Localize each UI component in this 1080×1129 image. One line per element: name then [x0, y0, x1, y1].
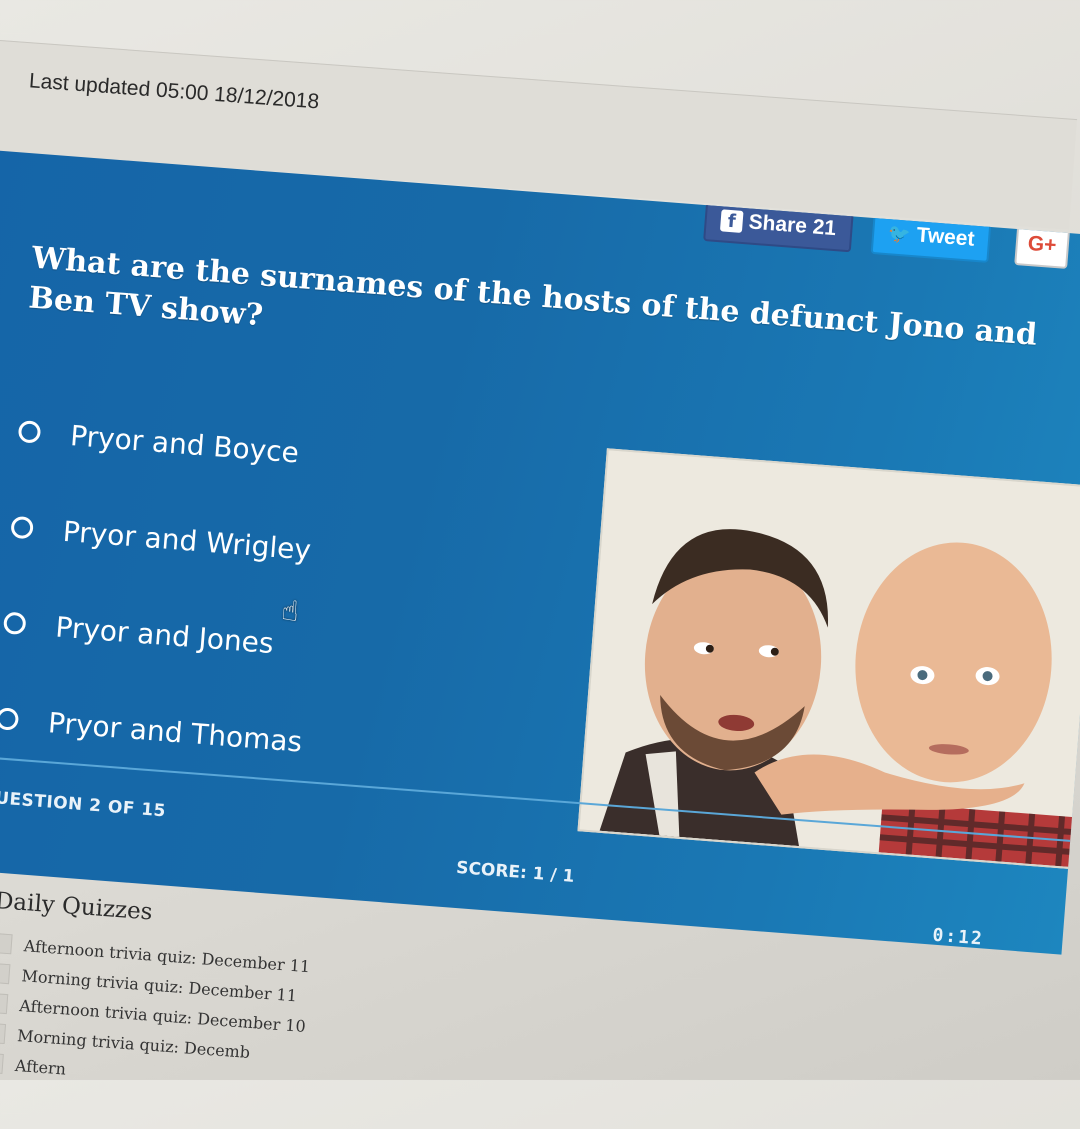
hosts-photo-illustration [579, 450, 1080, 872]
tweet-label: Tweet [915, 223, 976, 251]
answer-options: Pryor and Boyce Pryor and Wrigley Pryor … [0, 383, 328, 789]
bullet-icon [0, 1022, 7, 1045]
answer-label: Pryor and Jones [54, 609, 275, 660]
answer-label: Pryor and Thomas [47, 705, 304, 759]
twitter-bird-icon: 🐦 [887, 222, 912, 246]
last-updated-text: Last updated 05:00 18/12/2018 [28, 69, 320, 114]
quiz-panel: f Share 21 🐦 Tweet G+ What are the surna… [0, 150, 1080, 955]
radio-button[interactable] [2, 611, 27, 636]
radio-button[interactable] [10, 515, 34, 540]
question-counter: QUESTION 2 OF 15 [0, 787, 167, 822]
bullet-icon [0, 932, 13, 955]
radio-button[interactable] [0, 707, 20, 731]
question-text: What are the surnames of the hosts of th… [27, 240, 1039, 353]
bullet-icon [0, 1052, 4, 1074]
facebook-share-label: Share 21 [747, 210, 837, 241]
facebook-icon: f [719, 209, 744, 233]
daily-quizzes-section: Daily Quizzes Afternoon trivia quiz: Dec… [0, 888, 694, 1129]
score-display: SCORE: 1 / 1 [455, 857, 576, 887]
bullet-icon [0, 992, 9, 1015]
bullet-icon [0, 962, 11, 985]
radio-button[interactable] [17, 420, 42, 444]
gplus-label: G+ [1027, 231, 1058, 258]
answer-label: Pryor and Wrigley [61, 514, 313, 567]
hand-cursor-icon: ☝ [280, 593, 300, 628]
quiz-timer: 0:12 [931, 924, 985, 950]
quiz-link-label: Aftern [14, 1055, 67, 1079]
answer-label: Pryor and Boyce [69, 418, 301, 470]
